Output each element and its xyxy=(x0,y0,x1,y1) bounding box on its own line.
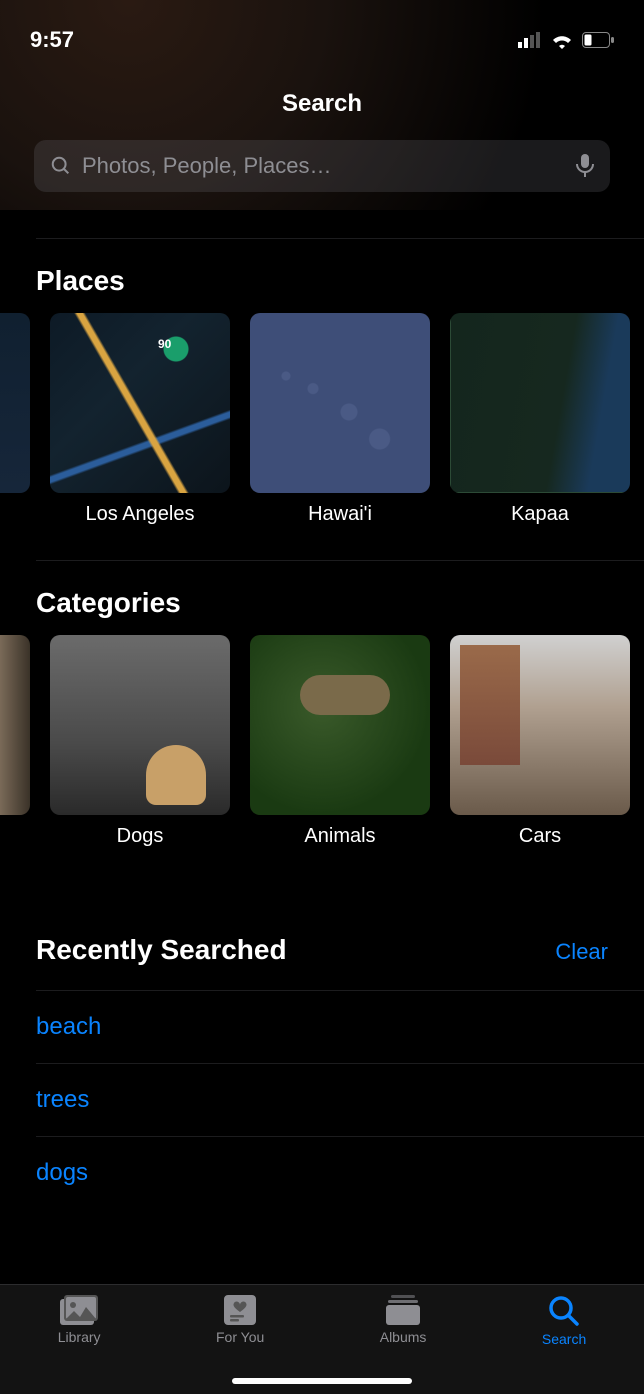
place-thumb xyxy=(250,313,430,493)
home-indicator[interactable] xyxy=(232,1378,412,1384)
tab-library[interactable]: Library xyxy=(58,1295,101,1345)
page-title: Search xyxy=(0,62,644,140)
foryou-icon xyxy=(224,1295,256,1325)
library-icon xyxy=(60,1295,98,1325)
place-tile-los-angeles[interactable]: Los Angeles xyxy=(50,313,230,526)
category-tile-dogs[interactable]: Dogs xyxy=(50,635,230,848)
place-thumb xyxy=(450,313,630,493)
place-tile-peek-left[interactable] xyxy=(0,313,30,526)
status-indicators xyxy=(518,31,614,49)
category-label: Dogs xyxy=(50,815,230,848)
places-title: Places xyxy=(36,239,644,313)
recent-title: Recently Searched xyxy=(36,908,287,982)
clear-button[interactable]: Clear xyxy=(555,939,608,965)
category-thumb xyxy=(250,635,430,815)
places-strip[interactable]: Los Angeles Hawai'i Kapaa xyxy=(0,313,644,526)
tab-label: Library xyxy=(58,1329,101,1345)
mic-icon[interactable] xyxy=(576,154,594,178)
place-thumb xyxy=(50,313,230,493)
search-icon xyxy=(50,155,72,177)
place-label: Hawai'i xyxy=(250,493,430,526)
search-field[interactable] xyxy=(34,140,610,192)
category-label: Cars xyxy=(450,815,630,848)
search-input[interactable] xyxy=(82,153,566,179)
status-bar: 9:57 xyxy=(0,18,644,62)
tab-bar: Library For You Albums Search xyxy=(0,1284,644,1394)
place-label: Los Angeles xyxy=(50,493,230,526)
cellular-icon xyxy=(518,32,542,48)
battery-icon xyxy=(582,32,614,48)
place-tile-kapaa[interactable]: Kapaa xyxy=(450,313,630,526)
recent-item-trees[interactable]: trees xyxy=(36,1063,644,1136)
tab-label: Albums xyxy=(380,1329,427,1345)
category-thumb xyxy=(450,635,630,815)
category-tile-animals[interactable]: Animals xyxy=(250,635,430,848)
recent-item-dogs[interactable]: dogs xyxy=(36,1136,644,1209)
search-tab-icon xyxy=(548,1295,580,1327)
category-thumb xyxy=(50,635,230,815)
tab-albums[interactable]: Albums xyxy=(380,1295,427,1345)
recent-section: Recently Searched Clear beach trees dogs xyxy=(0,908,644,1209)
category-tile-cars[interactable]: Cars xyxy=(450,635,630,848)
recent-item-beach[interactable]: beach xyxy=(36,990,644,1063)
wifi-icon xyxy=(550,31,574,49)
categories-title: Categories xyxy=(36,561,644,635)
tab-search[interactable]: Search xyxy=(542,1295,586,1347)
tab-label: Search xyxy=(542,1331,586,1347)
albums-icon xyxy=(386,1295,420,1325)
place-label: Kapaa xyxy=(450,493,630,526)
place-tile-hawaii[interactable]: Hawai'i xyxy=(250,313,430,526)
tab-foryou[interactable]: For You xyxy=(216,1295,264,1345)
categories-strip[interactable]: Dogs Animals Cars xyxy=(0,635,644,848)
tab-label: For You xyxy=(216,1329,264,1345)
category-tile-peek-left[interactable] xyxy=(0,635,30,848)
category-label: Animals xyxy=(250,815,430,848)
status-time: 9:57 xyxy=(30,27,74,53)
places-section: Places Los Angeles Hawai'i Kapaa xyxy=(0,239,644,526)
categories-section: Categories Dogs Animals Cars xyxy=(0,561,644,848)
